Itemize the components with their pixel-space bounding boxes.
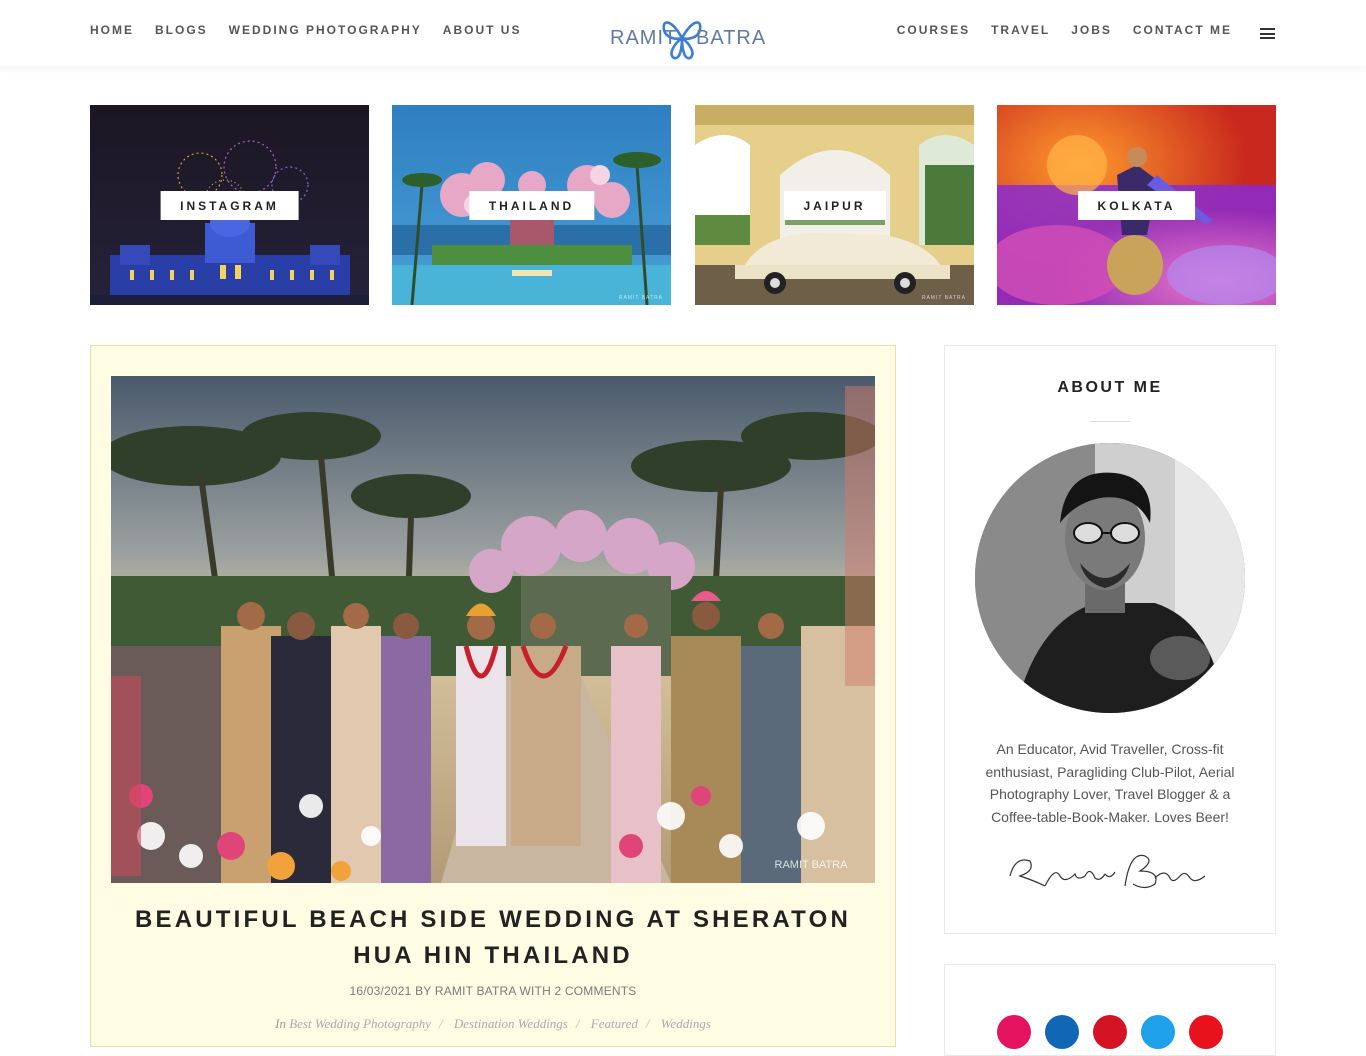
title-divider — [1090, 421, 1130, 422]
site-header: HOME BLOGS WEDDING PHOTOGRAPHY ABOUT US … — [0, 0, 1366, 66]
signature-image — [1009, 854, 1206, 889]
nav-blogs[interactable]: BLOGS — [155, 23, 208, 37]
author-bio: An Educator, Avid Traveller, Cross-fit e… — [985, 741, 1235, 825]
tile-watermark: RAMIT BATRA — [921, 295, 966, 301]
facebook-social-icon[interactable] — [1045, 1015, 1079, 1049]
post-by-label: BY — [415, 984, 432, 998]
about-me-title: ABOUT ME — [1057, 379, 1163, 396]
photo-watermark: RAMIT BATRA — [775, 859, 849, 871]
nav-courses[interactable]: COURSES — [897, 23, 970, 37]
social-widget — [944, 964, 1276, 1056]
tile-kolkata[interactable]: KOLKATA — [997, 105, 1276, 305]
post-title[interactable]: BEAUTIFUL BEACH SIDE WEDDING AT SHERATON… — [111, 902, 875, 974]
nav-about-us[interactable]: ABOUT US — [443, 23, 522, 37]
tile-instagram[interactable]: INSTAGRAM — [90, 105, 369, 305]
site-logo[interactable]: RAMIT BATRA — [610, 14, 765, 62]
tile-watermark: RAMIT BATRA — [618, 295, 663, 301]
primary-nav-left: HOME BLOGS WEDDING PHOTOGRAPHY ABOUT US — [90, 23, 521, 37]
author-portrait — [975, 443, 1245, 713]
logo-text-second: BATRA — [696, 27, 767, 49]
nav-travel[interactable]: TRAVEL — [991, 23, 1050, 37]
instagram-social-icon[interactable] — [997, 1015, 1031, 1049]
post-categories: In Best Wedding Photography / Destination… — [111, 1016, 875, 1032]
pinterest-social-icon[interactable] — [1093, 1015, 1127, 1049]
nav-jobs[interactable]: JOBS — [1071, 23, 1112, 37]
twitter-social-icon[interactable] — [1141, 1015, 1175, 1049]
tile-label-instagram: INSTAGRAM — [160, 191, 299, 220]
tile-jaipur[interactable]: JAIPUR RAMIT BATRA — [695, 105, 974, 305]
post-featured-image[interactable]: RAMIT BATRA — [111, 376, 875, 883]
post-date: 16/03/2021 — [349, 984, 412, 998]
featured-post-card: RAMIT BATRA BEAUTIFUL BEACH SIDE WEDDING… — [90, 345, 896, 1047]
primary-nav-right: COURSES TRAVEL JOBS CONTACT ME — [897, 23, 1232, 37]
post-meta: 16/03/2021 BY RAMIT BATRA WITH 2 COMMENT… — [111, 984, 875, 998]
youtube-social-icon[interactable] — [1189, 1015, 1223, 1049]
author-avatar — [975, 443, 1245, 713]
tile-label-thailand: THAILAND — [468, 191, 595, 220]
tile-label-jaipur: JAIPUR — [783, 191, 886, 220]
author-signature — [1005, 846, 1215, 896]
post-with-label: WITH — [519, 984, 551, 998]
tile-label-kolkata: KOLKATA — [1077, 191, 1196, 220]
wedding-photo: RAMIT BATRA — [111, 376, 875, 883]
tile-thailand[interactable]: THAILAND RAMIT BATRA — [392, 105, 671, 305]
post-comments-link[interactable]: 2 COMMENTS — [555, 984, 637, 998]
about-me-widget: ABOUT ME An Educator, Avid Traveller, Cr… — [944, 345, 1276, 934]
post-author-link[interactable]: RAMIT BATRA — [435, 984, 516, 998]
nav-wedding-photography[interactable]: WEDDING PHOTOGRAPHY — [229, 23, 422, 37]
nav-home[interactable]: HOME — [90, 23, 134, 37]
nav-contact-me[interactable]: CONTACT ME — [1133, 23, 1232, 37]
hamburger-menu-icon[interactable] — [1260, 28, 1275, 39]
